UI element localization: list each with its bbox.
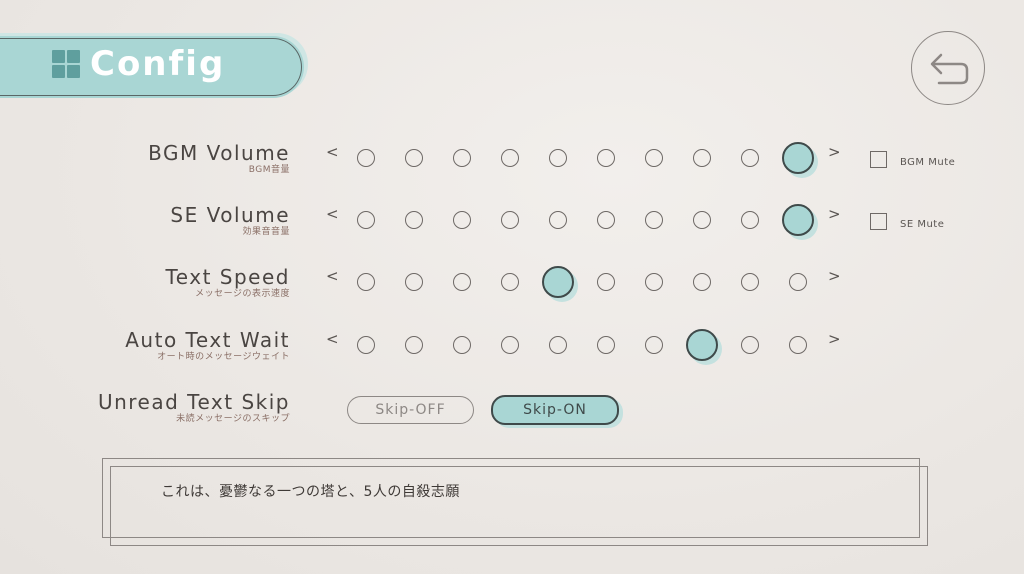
- setting-label-main: Auto Text Wait: [125, 328, 290, 352]
- setting-label-main: Text Speed: [165, 265, 290, 289]
- bgm-mute-checkbox[interactable]: [870, 151, 887, 168]
- slider-step-selected[interactable]: [686, 329, 718, 361]
- setting-row-skip: Unread Text Skip 未読メッセージのスキップ Skip-OFF S…: [0, 390, 1024, 440]
- slider-step[interactable]: [501, 273, 519, 291]
- setting-label: SE Volume 効果音音量: [170, 203, 290, 237]
- slider-step[interactable]: [501, 211, 519, 229]
- setting-label-sub: オート時のメッセージウェイト: [157, 352, 290, 362]
- slider-step[interactable]: [597, 149, 615, 167]
- slider-step[interactable]: [789, 336, 807, 354]
- grid-icon: [52, 50, 80, 78]
- setting-label-main: SE Volume: [170, 203, 290, 227]
- increase-arrow-button[interactable]: >: [828, 143, 841, 161]
- slider-step[interactable]: [405, 149, 423, 167]
- setting-label: Auto Text Wait オート時のメッセージウェイト: [125, 328, 290, 362]
- slider-step[interactable]: [597, 273, 615, 291]
- slider-step-selected[interactable]: [542, 266, 574, 298]
- skip-off-button[interactable]: Skip-OFF: [347, 396, 474, 424]
- setting-label: Unread Text Skip 未読メッセージのスキップ: [98, 390, 290, 424]
- setting-label: Text Speed メッセージの表示速度: [165, 265, 290, 299]
- se-mute-checkbox[interactable]: [870, 213, 887, 230]
- decrease-arrow-button[interactable]: <: [326, 330, 339, 348]
- increase-arrow-button[interactable]: >: [828, 205, 841, 223]
- text-preview: これは、憂鬱なる一つの塔と、5人の自殺志願: [161, 484, 460, 500]
- slider-step[interactable]: [405, 211, 423, 229]
- slider-step[interactable]: [453, 149, 471, 167]
- slider-step[interactable]: [645, 273, 663, 291]
- config-header: Config: [0, 36, 304, 98]
- setting-row-text-speed: Text Speed メッセージの表示速度 < >: [0, 265, 1024, 315]
- back-arrow-icon: [930, 53, 969, 85]
- slider-step[interactable]: [693, 149, 711, 167]
- slider-step[interactable]: [453, 273, 471, 291]
- setting-label-main: BGM Volume: [148, 141, 290, 165]
- slider-step[interactable]: [645, 211, 663, 229]
- slider-step[interactable]: [357, 149, 375, 167]
- back-button[interactable]: [911, 31, 985, 105]
- increase-arrow-button[interactable]: >: [828, 330, 841, 348]
- slider-step[interactable]: [693, 211, 711, 229]
- setting-row-auto-wait: Auto Text Wait オート時のメッセージウェイト < >: [0, 328, 1024, 378]
- setting-row-se: SE Volume 効果音音量 SE Mute < >: [0, 203, 1024, 253]
- setting-label-sub: BGM音量: [248, 165, 290, 175]
- slider-step[interactable]: [501, 336, 519, 354]
- slider-step[interactable]: [645, 336, 663, 354]
- slider-step[interactable]: [453, 211, 471, 229]
- skip-on-button[interactable]: Skip-ON: [491, 395, 619, 425]
- increase-arrow-button[interactable]: >: [828, 267, 841, 285]
- slider-step-selected[interactable]: [782, 142, 814, 174]
- se-mute-label: SE Mute: [900, 219, 945, 230]
- setting-label-main: Unread Text Skip: [97, 390, 290, 414]
- decrease-arrow-button[interactable]: <: [326, 267, 339, 285]
- slider-step[interactable]: [741, 211, 759, 229]
- slider-step[interactable]: [741, 149, 759, 167]
- slider-step[interactable]: [645, 149, 663, 167]
- slider-step-selected[interactable]: [782, 204, 814, 236]
- slider-step[interactable]: [741, 336, 759, 354]
- slider-step[interactable]: [549, 149, 567, 167]
- slider-step[interactable]: [549, 336, 567, 354]
- decrease-arrow-button[interactable]: <: [326, 205, 339, 223]
- page-title: Config: [90, 44, 226, 84]
- slider-step[interactable]: [357, 211, 375, 229]
- slider-step[interactable]: [357, 273, 375, 291]
- bgm-mute-label: BGM Mute: [900, 157, 956, 168]
- setting-label-sub: 効果音音量: [242, 227, 290, 237]
- slider-step[interactable]: [453, 336, 471, 354]
- slider-step[interactable]: [597, 211, 615, 229]
- slider-step[interactable]: [789, 273, 807, 291]
- slider-step[interactable]: [405, 273, 423, 291]
- slider-step[interactable]: [549, 211, 567, 229]
- slider-step[interactable]: [693, 273, 711, 291]
- setting-row-bgm: BGM Volume BGM音量 BGM Mute < >: [0, 141, 1024, 191]
- slider-step[interactable]: [597, 336, 615, 354]
- slider-step[interactable]: [501, 149, 519, 167]
- setting-label-sub: メッセージの表示速度: [195, 289, 290, 299]
- setting-label-sub: 未読メッセージのスキップ: [176, 414, 290, 424]
- slider-step[interactable]: [357, 336, 375, 354]
- decrease-arrow-button[interactable]: <: [326, 143, 339, 161]
- setting-label: BGM Volume BGM音量: [148, 141, 290, 175]
- slider-step[interactable]: [405, 336, 423, 354]
- slider-step[interactable]: [741, 273, 759, 291]
